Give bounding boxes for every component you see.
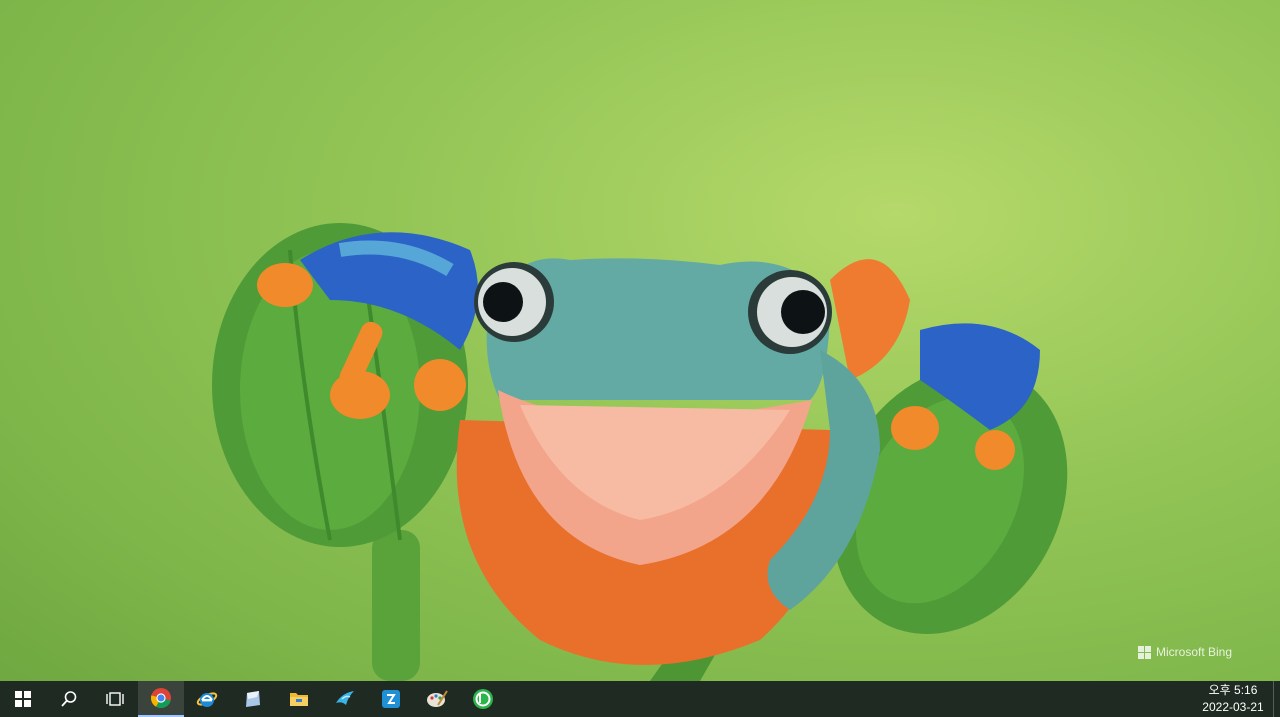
left-stem <box>372 530 420 681</box>
internet-explorer-taskbar-button[interactable] <box>184 681 230 717</box>
chrome-taskbar-button[interactable] <box>138 681 184 717</box>
bird-app-taskbar-button[interactable] <box>322 681 368 717</box>
bing-watermark-text: Microsoft Bing <box>1156 645 1233 659</box>
taskbar: 오후 5:16 2022-03-21 <box>0 681 1280 717</box>
task-view-button[interactable] <box>92 681 138 717</box>
chrome-icon <box>150 688 171 709</box>
file-explorer-taskbar-button[interactable] <box>276 681 322 717</box>
search-button[interactable] <box>46 681 92 717</box>
clock-date: 2022-03-21 <box>1202 700 1264 714</box>
bing-watermark: Microsoft Bing <box>1138 645 1232 659</box>
internet-explorer-icon <box>196 692 218 707</box>
blue-app-taskbar-button[interactable] <box>368 681 414 717</box>
wallpaper-image <box>212 223 1068 681</box>
bird-app-icon <box>336 691 354 705</box>
blue-app-icon <box>382 690 400 708</box>
frog-right-eye <box>748 270 832 354</box>
eraser-tool-taskbar-button[interactable] <box>230 681 276 717</box>
paint-taskbar-button[interactable] <box>414 681 460 717</box>
clock-time: 오후 5:16 <box>1208 683 1258 697</box>
system-clock[interactable]: 오후 5:16 2022-03-21 <box>1193 681 1273 717</box>
file-explorer-icon <box>290 693 308 706</box>
task-view-icon <box>106 692 124 706</box>
microsoft-logo-icon <box>1138 645 1151 659</box>
search-icon <box>61 691 77 707</box>
eraser-tool-icon <box>246 691 260 707</box>
paint-palette-icon <box>427 690 448 707</box>
windows-start-icon <box>15 691 31 707</box>
start-button[interactable] <box>0 681 46 717</box>
desktop: Microsoft Bing 오후 5:16 2022-03-21 <box>0 0 1280 717</box>
green-b-app-icon <box>473 689 493 709</box>
show-desktop-button[interactable] <box>1273 681 1280 717</box>
green-b-app-taskbar-button[interactable] <box>460 681 506 717</box>
frog-left-eye <box>474 262 554 342</box>
